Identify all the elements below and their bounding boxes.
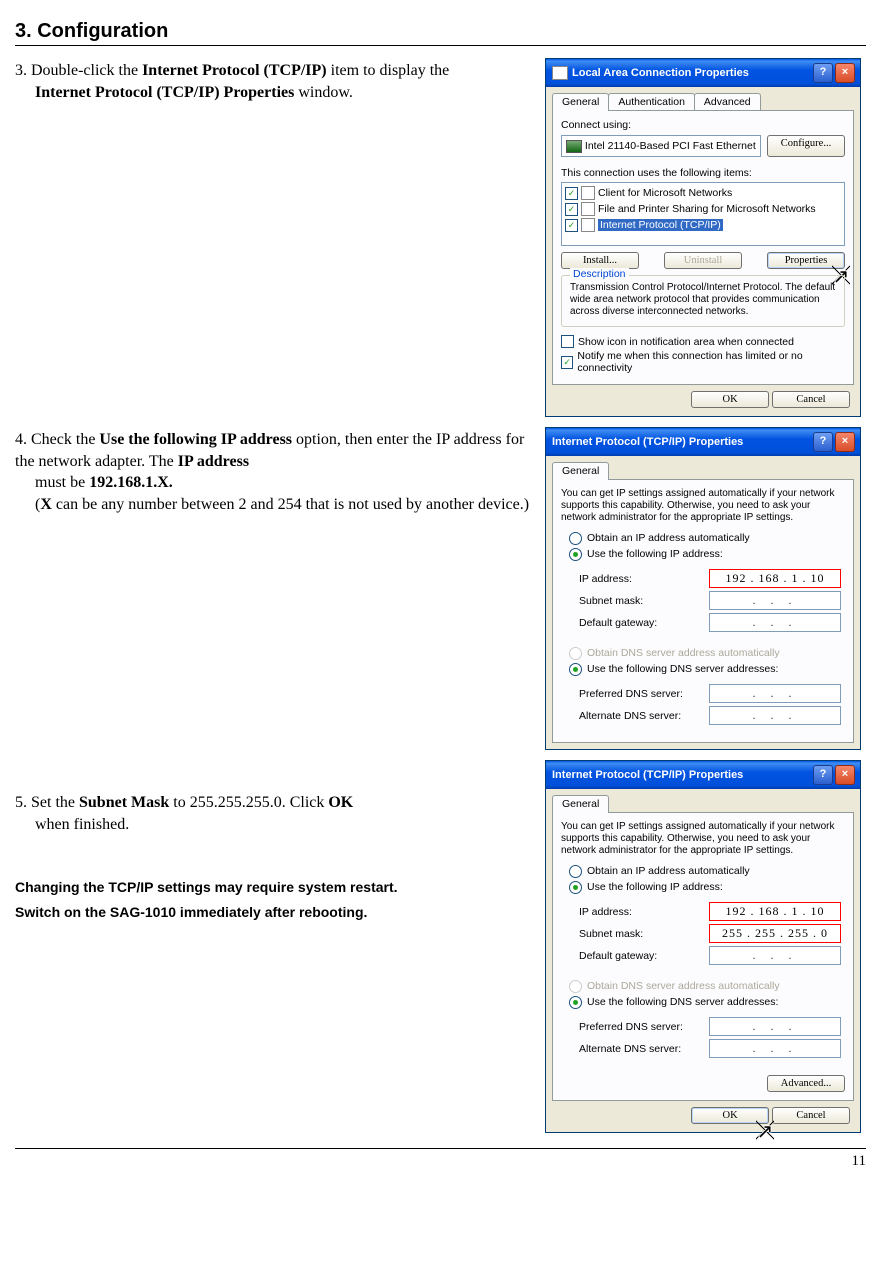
items-label: This connection uses the following items… <box>561 167 845 179</box>
checkbox[interactable]: ✓ <box>565 187 578 200</box>
notes: Changing the TCP/IP settings may require… <box>15 875 535 925</box>
connection-icon <box>552 66 568 80</box>
configure-button[interactable]: Configure... <box>767 135 845 157</box>
radio-auto-dns <box>569 647 582 660</box>
tcpip-properties-dialog-2: Internet Protocol (TCP/IP) Properties ? … <box>545 760 861 1133</box>
description-text: Transmission Control Protocol/Internet P… <box>570 282 836 318</box>
radio-auto-ip[interactable] <box>569 865 582 878</box>
tab-advanced[interactable]: Advanced <box>694 93 761 110</box>
service-icon <box>581 218 595 232</box>
checkbox-notify[interactable]: ✓ <box>561 356 573 369</box>
subnet-mask-field[interactable]: 255 . 255 . 255 . 0 <box>709 924 841 943</box>
radio-auto-ip[interactable] <box>569 532 582 545</box>
intro-text: You can get IP settings assigned automat… <box>561 488 845 524</box>
gateway-field[interactable]: . . . <box>709 613 841 632</box>
radio-auto-dns <box>569 980 582 993</box>
radio-manual-dns[interactable] <box>569 663 582 676</box>
adapter-field: Intel 21140-Based PCI Fast Ethernet <box>561 135 761 157</box>
alternate-dns-field[interactable]: . . . <box>709 706 841 725</box>
list-item[interactable]: ✓File and Printer Sharing for Microsoft … <box>564 201 842 217</box>
properties-button[interactable]: Properties <box>767 252 845 269</box>
nic-icon <box>566 140 582 153</box>
tab-general[interactable]: General <box>552 462 609 480</box>
step-4-row: 4. Check the Use the following IP addres… <box>15 427 866 750</box>
section-header: 3. Configuration <box>15 20 866 46</box>
close-button[interactable]: × <box>835 432 855 452</box>
titlebar[interactable]: Local Area Connection Properties ? × <box>546 59 860 87</box>
service-icon <box>581 186 595 200</box>
step-4-text: 4. Check the Use the following IP addres… <box>15 429 535 515</box>
checkbox[interactable]: ✓ <box>565 203 578 216</box>
subnet-mask-field[interactable]: . . . <box>709 591 841 610</box>
connect-using-label: Connect using: <box>561 119 845 131</box>
help-button[interactable]: ? <box>813 765 833 785</box>
page-footer: 11 <box>15 1148 866 1170</box>
cancel-button[interactable]: Cancel <box>772 391 850 408</box>
gateway-field[interactable]: . . . <box>709 946 841 965</box>
service-icon <box>581 202 595 216</box>
radio-manual-dns[interactable] <box>569 996 582 1009</box>
checkbox[interactable]: ✓ <box>565 219 578 232</box>
uninstall-button: Uninstall <box>664 252 742 269</box>
ok-button[interactable]: OK <box>691 1107 769 1124</box>
titlebar[interactable]: Internet Protocol (TCP/IP) Properties ? … <box>546 761 860 789</box>
tab-general[interactable]: General <box>552 795 609 813</box>
preferred-dns-field[interactable]: . . . <box>709 1017 841 1036</box>
step-num: 3. <box>15 62 31 79</box>
help-button[interactable]: ? <box>813 432 833 452</box>
alternate-dns-field[interactable]: . . . <box>709 1039 841 1058</box>
radio-manual-ip[interactable] <box>569 881 582 894</box>
close-button[interactable]: × <box>835 765 855 785</box>
install-button[interactable]: Install... <box>561 252 639 269</box>
step-5-text: 5. Set the Subnet Mask to 255.255.255.0.… <box>15 792 535 835</box>
step-3-row: 3. Double-click the Internet Protocol (T… <box>15 58 866 417</box>
step-3-text: 3. Double-click the Internet Protocol (T… <box>15 60 535 103</box>
intro-text: You can get IP settings assigned automat… <box>561 821 845 857</box>
cancel-button[interactable]: Cancel <box>772 1107 850 1124</box>
lan-properties-dialog: Local Area Connection Properties ? × Gen… <box>545 58 861 417</box>
list-item-tcpip[interactable]: ✓Internet Protocol (TCP/IP) <box>564 217 842 233</box>
checkbox-show-icon[interactable] <box>561 335 574 348</box>
preferred-dns-field[interactable]: . . . <box>709 684 841 703</box>
ip-address-field[interactable]: 192 . 168 . 1 . 10 <box>709 569 841 588</box>
ip-address-field[interactable]: 192 . 168 . 1 . 10 <box>709 902 841 921</box>
radio-manual-ip[interactable] <box>569 548 582 561</box>
list-item[interactable]: ✓Client for Microsoft Networks <box>564 185 842 201</box>
page-number: 11 <box>852 1153 866 1169</box>
step-5-row: 5. Set the Subnet Mask to 255.255.255.0.… <box>15 760 866 1133</box>
titlebar[interactable]: Internet Protocol (TCP/IP) Properties ? … <box>546 428 860 456</box>
advanced-button[interactable]: Advanced... <box>767 1075 845 1092</box>
tab-authentication[interactable]: Authentication <box>608 93 695 110</box>
close-button[interactable]: × <box>835 63 855 83</box>
tab-general[interactable]: General <box>552 93 609 111</box>
tcpip-properties-dialog-1: Internet Protocol (TCP/IP) Properties ? … <box>545 427 861 750</box>
description-legend: Description <box>570 268 629 280</box>
help-button[interactable]: ? <box>813 63 833 83</box>
items-list[interactable]: ✓Client for Microsoft Networks ✓File and… <box>561 182 845 246</box>
ok-button[interactable]: OK <box>691 391 769 408</box>
